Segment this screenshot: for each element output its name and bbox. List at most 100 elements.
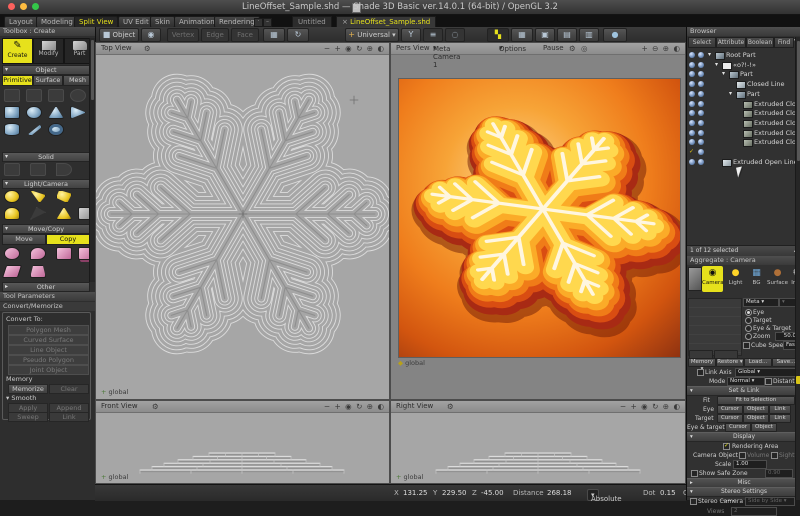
- safe-zone-checkbox[interactable]: [691, 470, 698, 477]
- open-line-sketch-icon[interactable]: [48, 89, 64, 102]
- fit-to-selection-button[interactable]: Fit to Selection: [717, 396, 795, 405]
- tree-row[interactable]: Extruded Closed: [687, 119, 795, 128]
- tree-row[interactable]: ▾ «o?!-!»: [687, 61, 795, 70]
- link-axis-dropdown[interactable]: Global ▾: [735, 368, 797, 377]
- ambient-light-icon[interactable]: [4, 207, 20, 220]
- shear-copy-icon[interactable]: [2, 265, 22, 278]
- load-button[interactable]: Load...: [744, 358, 772, 367]
- tree-item-label[interactable]: Closed Line: [747, 80, 784, 88]
- tree-row[interactable]: ▾Root Part: [687, 51, 795, 60]
- preview-render-icon[interactable]: ●: [603, 28, 627, 42]
- visibility-toggle-icon[interactable]: [689, 71, 695, 77]
- cylinder-primitive-icon[interactable]: [4, 123, 20, 136]
- area-light-icon[interactable]: [30, 207, 46, 220]
- shaded-display-icon[interactable]: ▣: [535, 28, 555, 42]
- restore-menu-button[interactable]: Restore ▾: [716, 358, 744, 367]
- top-view-controls[interactable]: − + ◉ ↻ ⊕ ◐: [324, 44, 385, 53]
- visibility-toggle-icon[interactable]: [689, 120, 695, 126]
- torus-primitive-icon[interactable]: [48, 123, 64, 136]
- dot-value[interactable]: 0.15: [660, 489, 676, 497]
- duplicate-copy-icon[interactable]: [56, 247, 72, 260]
- closed-line-sketch-icon[interactable]: [26, 89, 42, 102]
- render-toggle-icon[interactable]: [698, 149, 704, 155]
- aggregate-tab-camera[interactable]: ◉Camera: [702, 266, 723, 292]
- scale-field[interactable]: 1.00: [733, 460, 767, 469]
- link-axis-checkbox[interactable]: [697, 369, 704, 376]
- tree-row[interactable]: ✓: [687, 148, 795, 157]
- grid-display-icon[interactable]: ▥: [579, 28, 599, 42]
- pers-pause-button[interactable]: Pause: [543, 44, 564, 52]
- light-camera-section-header[interactable]: ▾Light/Camera: [2, 179, 90, 189]
- expander-icon[interactable]: ▾: [722, 70, 725, 77]
- render-toggle-icon[interactable]: [698, 101, 704, 107]
- wireframe-display-icon[interactable]: ▦: [511, 28, 533, 42]
- target-link-button[interactable]: Link: [769, 414, 791, 423]
- stereo-camera-checkbox[interactable]: [690, 498, 697, 505]
- aggregate-tab-surface[interactable]: ●Surface: [767, 266, 788, 292]
- front-view-canvas[interactable]: [96, 412, 389, 483]
- right-gear-icon[interactable]: ⚙: [447, 402, 455, 411]
- sweep-solid-icon[interactable]: [30, 163, 46, 176]
- revolve-solid-icon[interactable]: [56, 163, 72, 176]
- tree-row[interactable]: ▾Part: [687, 90, 795, 99]
- visibility-toggle-icon[interactable]: [689, 81, 695, 87]
- spotlight-icon[interactable]: [30, 190, 46, 203]
- right-viewport[interactable]: Right View ⚙ − + ◉ ↻ ⊕ ◐ + global: [390, 400, 686, 484]
- front-gear-icon[interactable]: ⚙: [152, 402, 160, 411]
- z-value[interactable]: -45.00: [481, 489, 504, 497]
- render-toggle-icon[interactable]: [698, 139, 704, 145]
- right-view-label[interactable]: Right View: [396, 402, 433, 410]
- pen-line-icon[interactable]: [26, 123, 42, 136]
- stereo-section-header[interactable]: ▾Stereo Settings: [687, 487, 800, 497]
- pers-viewport[interactable]: Pers View Meta Camera 1 ▾ Options ▾ Paus…: [390, 42, 686, 400]
- flood-light-icon[interactable]: [56, 207, 72, 220]
- render-toggle-icon[interactable]: [698, 52, 704, 58]
- front-viewport[interactable]: Front View ⚙ − + ◉ ↻ ⊕ ◐ + global: [95, 400, 390, 484]
- toolbox-tab-modify[interactable]: Modify: [33, 38, 64, 64]
- right-view-canvas[interactable]: [391, 412, 685, 483]
- top-viewport[interactable]: Top View ⚙ − + ◉ ↻ ⊕ ◐ + global: [95, 42, 390, 400]
- top-view-label[interactable]: Top View: [101, 44, 132, 52]
- aggregate-tab-bg[interactable]: ▦BG: [746, 266, 767, 292]
- universal-manipulator-button[interactable]: + Universal ▾: [345, 28, 399, 42]
- solid-box-icon[interactable]: [4, 163, 20, 176]
- tree-row[interactable]: Extruded Open Line: [687, 158, 795, 167]
- sphere-primitive-icon[interactable]: [26, 106, 42, 119]
- distant-checkbox[interactable]: [765, 378, 772, 385]
- pers-view-controls[interactable]: + ⊖ ⊕ ◐: [641, 44, 681, 53]
- render-toggle-icon[interactable]: [698, 130, 704, 136]
- cube-primitive-icon[interactable]: [4, 106, 20, 119]
- expander-icon[interactable]: ▾: [715, 61, 718, 68]
- wedge-primitive-icon[interactable]: [70, 106, 86, 119]
- top-view-canvas[interactable]: [96, 54, 389, 399]
- tree-item-label[interactable]: Part: [747, 90, 760, 98]
- tree-item-label[interactable]: «o?!-!»: [733, 61, 756, 69]
- tree-row[interactable]: Extruded Closed: [687, 109, 795, 118]
- render-toggle-icon[interactable]: [698, 71, 704, 77]
- pose-tool-icon[interactable]: ≡: [423, 28, 443, 42]
- target-cursor-button[interactable]: Cursor: [717, 414, 743, 423]
- skeleton-tool-icon[interactable]: Y: [401, 28, 421, 42]
- visibility-toggle-icon[interactable]: [689, 91, 695, 97]
- eye-target-radio[interactable]: [745, 325, 752, 332]
- browser-header[interactable]: Browser: [687, 27, 800, 36]
- disc-sketch-icon[interactable]: [4, 89, 20, 102]
- x-value[interactable]: 131.25: [403, 489, 428, 497]
- eye-link-button[interactable]: Link: [769, 405, 791, 414]
- visibility-toggle-icon[interactable]: [689, 110, 695, 116]
- tool-parameters-header[interactable]: Tool Parameters: [0, 292, 95, 301]
- pers-gear-icon[interactable]: ⚙: [569, 44, 577, 53]
- object-mode-button[interactable]: ■ Object ▾: [99, 28, 139, 42]
- memory-menu-button[interactable]: Memory ▾: [688, 358, 716, 367]
- texture-display-icon[interactable]: ▤: [557, 28, 577, 42]
- pers-options-menu[interactable]: Options ▾: [499, 44, 503, 52]
- visibility-toggle-icon[interactable]: [689, 139, 695, 145]
- pers-view-label[interactable]: Pers View: [396, 44, 430, 52]
- visibility-toggle-icon[interactable]: [689, 130, 695, 136]
- cone-primitive-icon[interactable]: [48, 106, 64, 119]
- directional-light-icon[interactable]: [56, 190, 72, 203]
- close-tab-icon[interactable]: ×: [342, 18, 348, 26]
- mirror-copy-icon[interactable]: [30, 265, 46, 278]
- visibility-toggle-icon[interactable]: [689, 62, 695, 68]
- browser-tab-attribute[interactable]: Attribute: [716, 37, 746, 48]
